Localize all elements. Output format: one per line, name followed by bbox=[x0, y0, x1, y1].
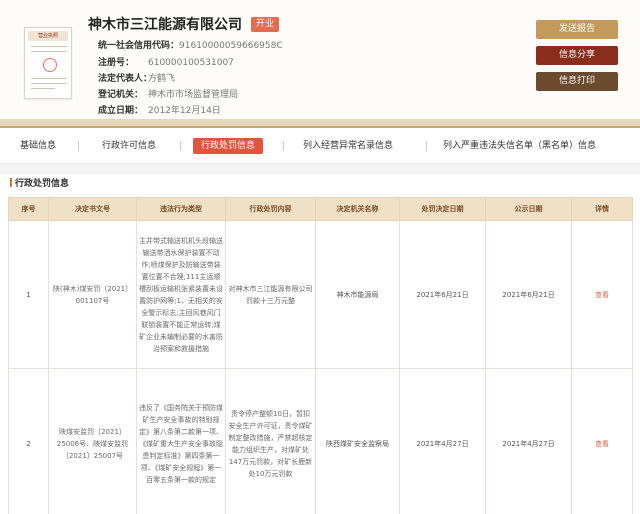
cell-no: 2 bbox=[8, 368, 49, 514]
cell-publish-date: 2021年4月27日 bbox=[485, 368, 572, 514]
cell-doc-no: 陕(神木)煤安罚〔2021〕001107号 bbox=[48, 220, 137, 369]
cell-authority: 神木市能源局 bbox=[315, 220, 400, 369]
info-est-date: 成立日期： 2012年12月14日 bbox=[98, 106, 221, 116]
detail-link[interactable]: 查看 bbox=[595, 291, 609, 299]
info-legal-rep: 法定代表人：方鹤飞 bbox=[98, 74, 176, 84]
cell-penalty: 对神木市三江能源有限公司罚款十三万元整 bbox=[225, 220, 316, 369]
info-reg-no: 注册号： 610000100531007 bbox=[98, 58, 234, 68]
table-row: 2 陕煤安监罚〔2021〕25006号、陕煤安监罚〔2021〕25007号 违反… bbox=[8, 368, 633, 514]
company-name: 神木市三江能源有限公司 bbox=[88, 17, 242, 33]
seal-icon bbox=[43, 58, 57, 72]
status-badge: 开业 bbox=[251, 17, 280, 32]
tab-basic-info[interactable]: 基础信息 bbox=[20, 138, 56, 154]
col-header: 行政处罚内容 bbox=[225, 197, 316, 221]
share-button[interactable]: 信息分享 bbox=[536, 46, 618, 65]
col-header: 序号 bbox=[8, 197, 49, 221]
cell-detail: 查看 bbox=[571, 220, 633, 369]
cell-publish-date: 2021年6月21日 bbox=[485, 220, 572, 369]
cell-violation: 主井带式输送机机头段输送输送带洒水保护装置不动作;喷煤保护及防输送带装置位置不合… bbox=[136, 220, 226, 369]
company-header: 营业执照 神木市三江能源有限公司 开业 统一社会信用代码：91610000059… bbox=[0, 0, 640, 118]
cell-decision-date: 2021年4月27日 bbox=[399, 368, 486, 514]
tab-blacklist[interactable]: 列入严重违法失信名单（黑名单）信息 bbox=[443, 138, 596, 154]
info-reg-authority: 登记机关： 神木市市场监督管理局 bbox=[98, 90, 239, 100]
section-title: 行政处罚信息 bbox=[10, 176, 69, 189]
col-header: 决定机关名称 bbox=[315, 197, 400, 221]
cell-decision-date: 2021年6月21日 bbox=[399, 220, 486, 369]
penalty-table: 序号 决定书文号 违法行为类型 行政处罚内容 决定机关名称 处罚决定日期 公示日… bbox=[8, 197, 633, 514]
col-header: 详情 bbox=[571, 197, 633, 221]
business-license-image: 营业执照 bbox=[24, 27, 72, 99]
print-button[interactable]: 信息打印 bbox=[536, 72, 618, 91]
table-row: 1 陕(神木)煤安罚〔2021〕001107号 主井带式输送机机头段输送输送带洒… bbox=[8, 220, 633, 369]
cell-detail: 查看 bbox=[571, 368, 633, 514]
cell-doc-no: 陕煤安监罚〔2021〕25006号、陕煤安监罚〔2021〕25007号 bbox=[48, 368, 137, 514]
col-header: 违法行为类型 bbox=[136, 197, 226, 221]
table-header-row: 序号 决定书文号 违法行为类型 行政处罚内容 决定机关名称 处罚决定日期 公示日… bbox=[8, 197, 633, 221]
info-credit-code: 统一社会信用代码：91610000059666958C bbox=[98, 41, 283, 51]
col-header: 决定书文号 bbox=[48, 197, 137, 221]
license-title: 营业执照 bbox=[28, 31, 68, 41]
cell-no: 1 bbox=[8, 220, 49, 369]
col-header: 公示日期 bbox=[485, 197, 572, 221]
tab-admin-license[interactable]: 行政许可信息 bbox=[102, 138, 156, 154]
send-report-button[interactable]: 发送报告 bbox=[536, 20, 618, 39]
info-tabs: 基础信息 行政许可信息 行政处罚信息 列入经营异常名录信息 列入严重违法失信名单… bbox=[0, 128, 640, 164]
cell-penalty: 责令停产整顿10日，暂扣安全生产许可证，责令煤矿制定整改措施，严禁超核定能力组织… bbox=[225, 368, 316, 514]
cell-authority: 陕西煤矿安全监察局 bbox=[315, 368, 400, 514]
col-header: 处罚决定日期 bbox=[399, 197, 486, 221]
header-divider bbox=[0, 119, 640, 126]
detail-link[interactable]: 查看 bbox=[595, 440, 609, 448]
tab-admin-penalty[interactable]: 行政处罚信息 bbox=[193, 138, 264, 154]
tab-abnormal-list[interactable]: 列入经营异常名录信息 bbox=[303, 138, 393, 154]
cell-violation: 违反了《国务院关于预防煤矿生产安全事故的特别规定》第八条第二款第一项、《煤矿重大… bbox=[136, 368, 226, 514]
